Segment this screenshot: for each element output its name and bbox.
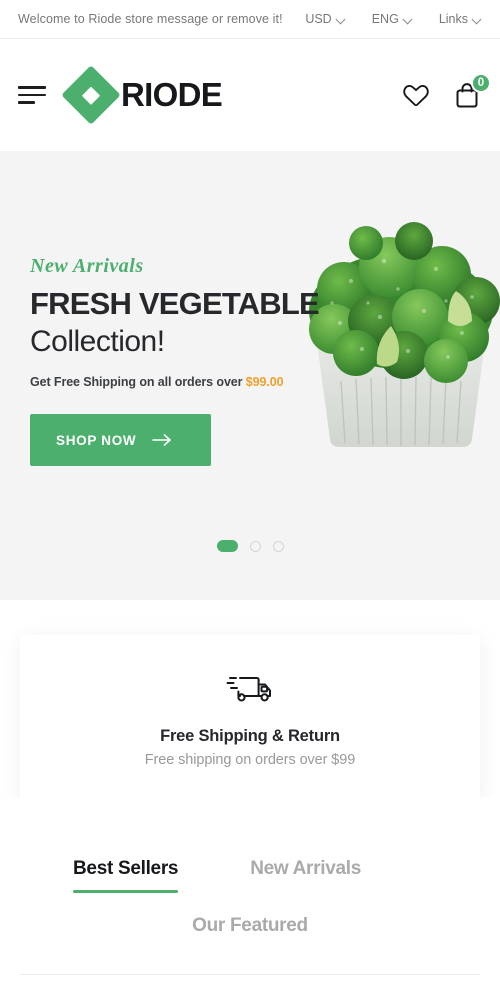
- hero-subtitle: Get Free Shipping on all orders over $99…: [30, 375, 350, 389]
- service-description: Free shipping on orders over $99: [144, 752, 356, 768]
- logo-text: RIODE: [121, 76, 223, 113]
- free-shipping-card: Free Shipping & Return Free shipping on …: [20, 635, 480, 798]
- heart-icon: [403, 85, 429, 107]
- hamburger-bar: [18, 101, 35, 104]
- hero-inner: New Arrivals FRESH VEGETABLE Collection!…: [0, 151, 500, 600]
- links-label: Links: [438, 12, 468, 26]
- hamburger-bar: [18, 93, 46, 97]
- riode-diamond-logo-icon: [61, 65, 121, 125]
- carousel-dot-3[interactable]: [272, 540, 284, 552]
- currency-selector[interactable]: USD: [305, 12, 345, 26]
- site-logo[interactable]: RIODE: [61, 65, 223, 125]
- cart-button[interactable]: 0: [452, 73, 491, 110]
- site-header: RIODE 0: [0, 39, 500, 151]
- links-menu[interactable]: Links: [439, 12, 482, 26]
- wishlist-button[interactable]: [402, 82, 430, 108]
- shop-now-label: SHOP NOW: [56, 432, 137, 448]
- hero-eyebrow: New Arrivals: [30, 255, 144, 277]
- arrow-right-icon: [152, 434, 172, 446]
- hero-subtitle-price: $99.00: [245, 375, 284, 390]
- carousel-dot-1[interactable]: [216, 540, 238, 552]
- tab-our-featured[interactable]: Our Featured: [192, 915, 308, 950]
- cart-count-badge: 0: [471, 73, 491, 93]
- service-title: Free Shipping & Return: [160, 727, 340, 745]
- product-tabs-row-secondary: Our Featured: [20, 915, 480, 950]
- product-tabs-section: Best Sellers New Arrivals Our Featured: [0, 798, 500, 975]
- hero-banner: New Arrivals FRESH VEGETABLE Collection!…: [0, 151, 500, 600]
- welcome-message: Welcome to Riode store message or remove…: [18, 12, 283, 26]
- hero-copy: New Arrivals FRESH VEGETABLE Collection!…: [30, 255, 350, 467]
- tabs-divider: [20, 974, 480, 975]
- carousel-dots: [0, 540, 500, 552]
- chevron-down-icon: [337, 15, 346, 24]
- delivery-truck-icon: [226, 677, 271, 702]
- top-bar: Welcome to Riode store message or remove…: [0, 0, 500, 39]
- language-selector[interactable]: ENG: [372, 12, 413, 26]
- tab-best-sellers[interactable]: Best Sellers: [73, 858, 178, 893]
- hero-title-line2: Collection!: [30, 324, 165, 358]
- top-bar-actions: USD ENG Links: [305, 12, 482, 26]
- hero-title-line1: FRESH VEGETABLE: [30, 286, 320, 321]
- currency-label: USD: [305, 12, 332, 26]
- tab-new-arrivals[interactable]: New Arrivals: [250, 858, 361, 893]
- shop-now-button[interactable]: SHOP NOW: [30, 414, 211, 467]
- hamburger-bar: [18, 86, 46, 89]
- hero-subtitle-text: Get Free Shipping on all orders over: [30, 375, 246, 390]
- hamburger-menu-icon[interactable]: [18, 84, 48, 106]
- chevron-down-icon: [473, 15, 482, 24]
- header-actions: 0: [402, 73, 491, 110]
- service-section: Free Shipping & Return Free shipping on …: [0, 600, 500, 798]
- language-label: ENG: [371, 12, 399, 26]
- chevron-down-icon: [404, 15, 413, 24]
- product-tabs-row-primary: Best Sellers New Arrivals: [20, 858, 480, 893]
- service-icon-wrap: [40, 667, 460, 707]
- carousel-dot-2[interactable]: [249, 540, 261, 552]
